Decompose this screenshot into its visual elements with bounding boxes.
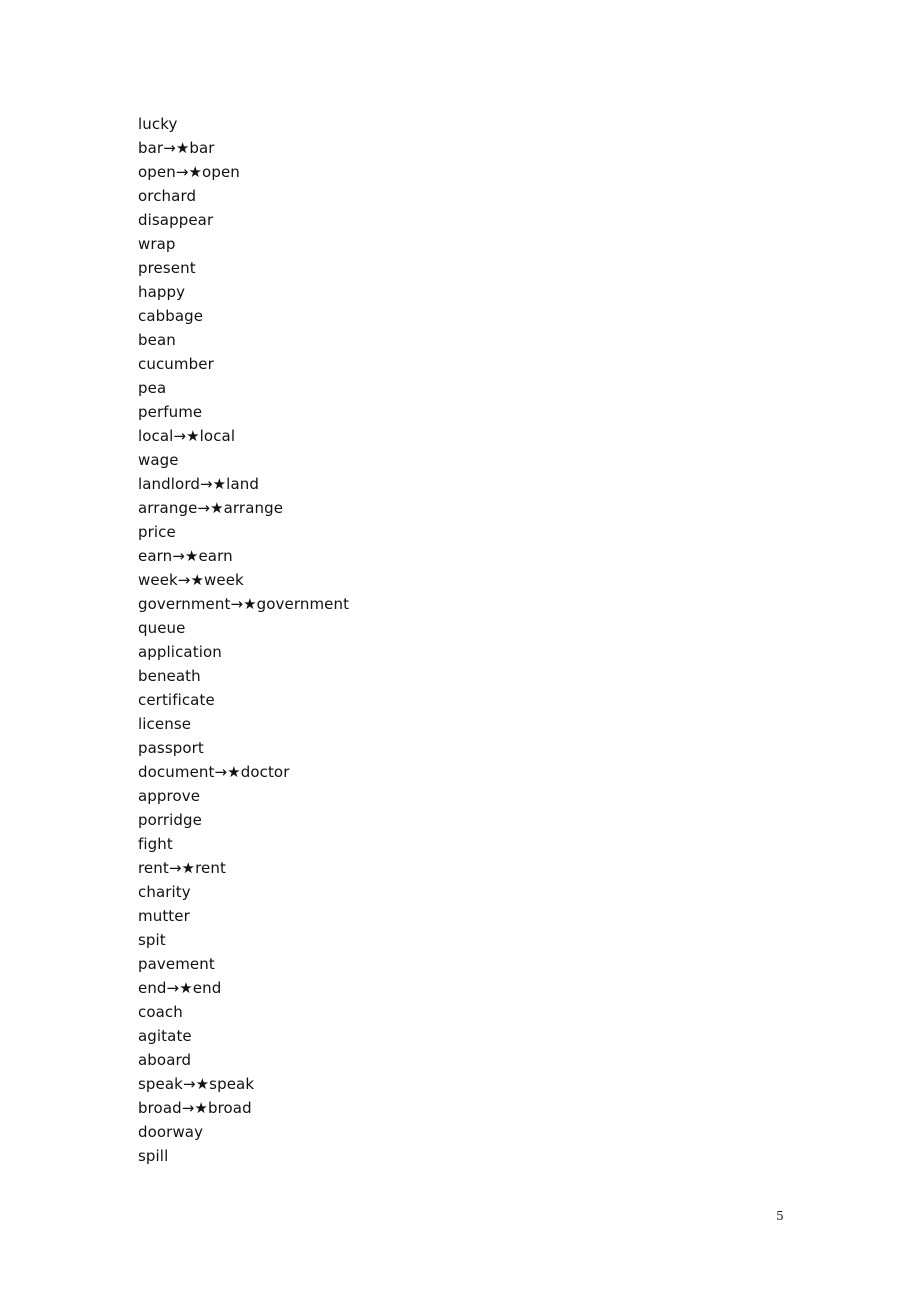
word-list-item: porridge — [138, 811, 203, 829]
word-list-item: end→★end — [138, 979, 222, 997]
word-list-item: earn→★earn — [138, 547, 233, 565]
word-list-item: license — [138, 715, 192, 733]
word-list-item: happy — [138, 283, 186, 301]
word-list-item: cucumber — [138, 355, 214, 373]
word-list-item: bar→★bar — [138, 139, 215, 157]
word-list-item: document→★doctor — [138, 763, 290, 781]
word-list-item: queue — [138, 619, 186, 637]
word-list-item: approve — [138, 787, 201, 805]
word-list-item: present — [138, 259, 196, 277]
word-list-item: certificate — [138, 691, 215, 709]
word-list-item: orchard — [138, 187, 197, 205]
word-list-item: passport — [138, 739, 204, 757]
document-page: lucky bar→★bar open→★open orchard disappear w… — [0, 0, 920, 1302]
word-list-item: week→★week — [138, 571, 244, 589]
word-list-item: bean — [138, 331, 176, 349]
word-list-item: government→★government — [138, 595, 350, 613]
word-list-item: beneath — [138, 667, 201, 685]
word-list-item: coach — [138, 1003, 183, 1021]
word-list-item: charity — [138, 883, 191, 901]
word-list-item: arrange→★arrange — [138, 499, 284, 517]
word-list-item: wage — [138, 451, 179, 469]
word-list-item: spit — [138, 931, 166, 949]
word-list-item: local→★local — [138, 427, 236, 445]
word-list: lucky bar→★bar open→★open orchard disappear w… — [138, 112, 798, 1168]
word-list-item: perfume — [138, 403, 203, 421]
word-list-item: lucky — [138, 115, 178, 133]
word-list-item: landlord→★land — [138, 475, 259, 493]
word-list-item: wrap — [138, 235, 176, 253]
word-list-item: broad→★broad — [138, 1099, 252, 1117]
word-list-item: pavement — [138, 955, 215, 973]
word-list-item: price — [138, 523, 176, 541]
word-list-item: fight — [138, 835, 173, 853]
word-list-item: speak→★speak — [138, 1075, 255, 1093]
word-list-item: cabbage — [138, 307, 204, 325]
word-list-item: aboard — [138, 1051, 192, 1069]
word-list-item: agitate — [138, 1027, 192, 1045]
word-list-item: application — [138, 643, 222, 661]
word-list-item: open→★open — [138, 163, 240, 181]
word-list-item: disappear — [138, 211, 214, 229]
word-list-item: spill — [138, 1147, 169, 1165]
word-list-item: mutter — [138, 907, 190, 925]
page-number: 5 — [776, 1209, 784, 1223]
word-list-item: doorway — [138, 1123, 204, 1141]
word-list-item: rent→★rent — [138, 859, 226, 877]
word-list-item: pea — [138, 379, 167, 397]
